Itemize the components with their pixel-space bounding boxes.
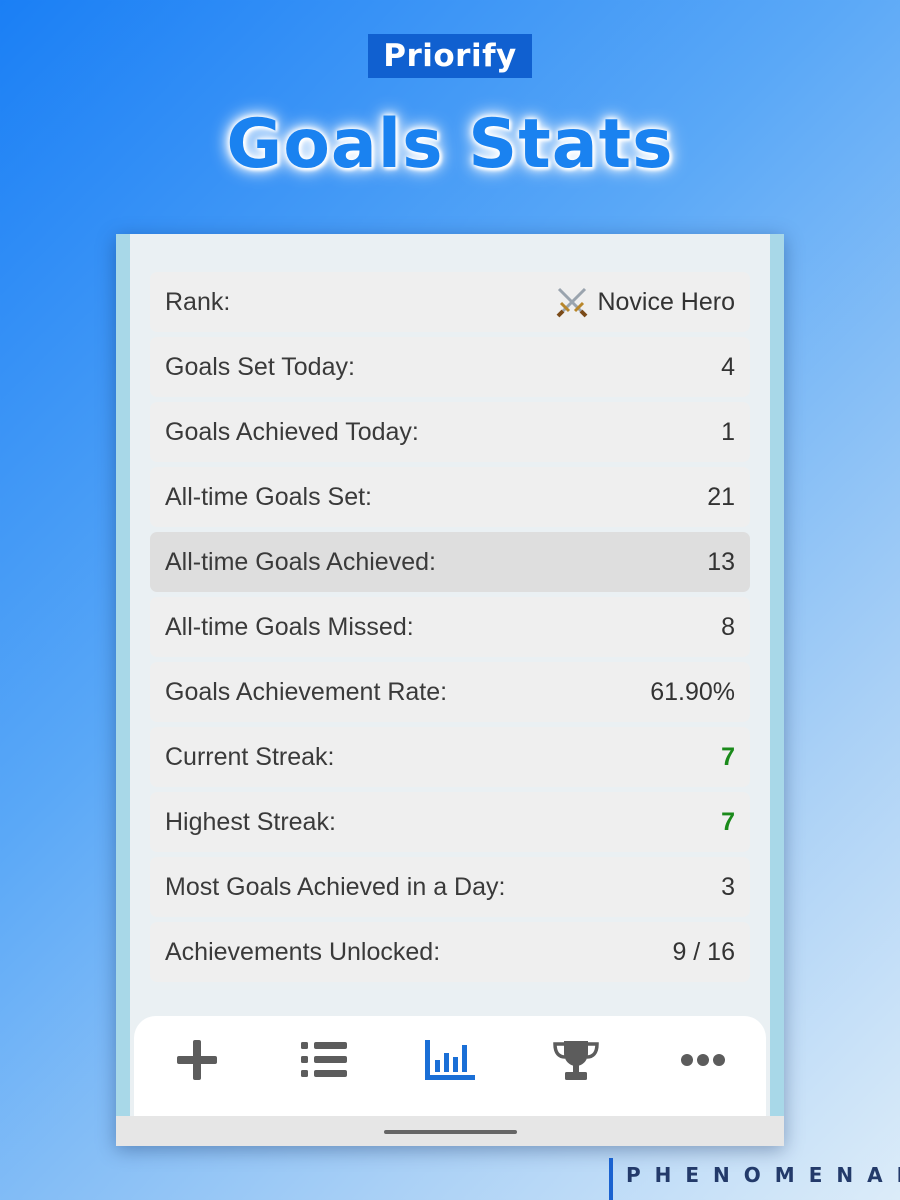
stat-row-goals-achieved-today: Goals Achieved Today: 1 — [150, 402, 750, 462]
nav-list-button[interactable] — [294, 1030, 354, 1090]
stat-value: 21 — [707, 482, 735, 511]
stat-value: 13 — [707, 547, 735, 576]
stat-label: Highest Streak: — [165, 807, 336, 836]
brand-label: Priorify — [368, 34, 532, 78]
stat-value: 1 — [721, 417, 735, 446]
stat-row-most-goals-day: Most Goals Achieved in a Day: 3 — [150, 857, 750, 917]
footer-logo-bar — [609, 1158, 613, 1200]
stat-label: Goals Achievement Rate: — [165, 677, 448, 706]
stat-value: 7 — [721, 807, 735, 836]
stat-label: Goals Set Today: — [165, 352, 355, 381]
home-gesture-handle[interactable] — [384, 1130, 517, 1134]
stat-row-highest-streak: Highest Streak: 7 — [150, 792, 750, 852]
phone-frame: Rank: Novice Hero Goals Set Today: 4 Goa… — [116, 234, 784, 1146]
stat-value: 8 — [721, 612, 735, 641]
stat-value: 3 — [721, 872, 735, 901]
stat-value: 4 — [721, 352, 735, 381]
stat-value: 7 — [721, 742, 735, 771]
nav-trophy-button[interactable] — [546, 1030, 606, 1090]
stat-row-alltime-goals-missed: All-time Goals Missed: 8 — [150, 597, 750, 657]
nav-more-button[interactable] — [673, 1030, 733, 1090]
stat-label: All-time Goals Set: — [165, 482, 373, 511]
stat-row-goals-set-today: Goals Set Today: 4 — [150, 337, 750, 397]
stat-label: Achievements Unlocked: — [165, 937, 441, 966]
trophy-icon — [553, 1041, 600, 1080]
system-nav-bar — [116, 1116, 784, 1146]
more-icon — [680, 1054, 725, 1066]
crossed-swords-icon — [557, 287, 588, 318]
stat-label: Goals Achieved Today: — [165, 417, 419, 446]
stat-value: 9 / 16 — [672, 937, 735, 966]
stat-label: Current Streak: — [165, 742, 335, 771]
stat-label: Rank: — [165, 287, 231, 316]
stat-row-alltime-goals-achieved[interactable]: All-time Goals Achieved: 13 — [150, 532, 750, 592]
bottom-nav — [134, 1016, 766, 1116]
app-screen: Rank: Novice Hero Goals Set Today: 4 Goa… — [130, 234, 770, 1146]
stat-row-current-streak: Current Streak: 7 — [150, 727, 750, 787]
nav-stats-button[interactable] — [420, 1030, 480, 1090]
footer-logo: PHENOMENAL — [626, 1163, 900, 1187]
stats-list: Rank: Novice Hero Goals Set Today: 4 Goa… — [150, 272, 750, 987]
stat-row-achievements-unlocked: Achievements Unlocked: 9 / 16 — [150, 922, 750, 982]
bar-chart-icon — [424, 1040, 475, 1080]
rank-value: Novice Hero — [597, 287, 735, 316]
stat-value: 61.90% — [650, 677, 735, 706]
stat-row-rank: Rank: Novice Hero — [150, 272, 750, 332]
stat-label: All-time Goals Achieved: — [165, 547, 436, 576]
stat-label: All-time Goals Missed: — [165, 612, 414, 641]
stat-row-achievement-rate: Goals Achievement Rate: 61.90% — [150, 662, 750, 722]
plus-icon — [177, 1040, 218, 1080]
list-icon — [300, 1042, 347, 1077]
page-headline: Goals Stats — [226, 105, 674, 184]
stat-row-alltime-goals-set: All-time Goals Set: 21 — [150, 467, 750, 527]
nav-add-button[interactable] — [167, 1030, 227, 1090]
stat-label: Most Goals Achieved in a Day: — [165, 872, 506, 901]
